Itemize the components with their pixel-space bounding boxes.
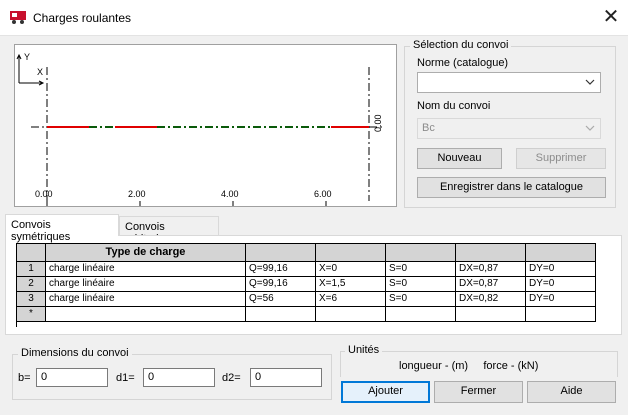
column-header-type[interactable]: Type de charge <box>46 244 246 262</box>
enregistrer-catalogue-button[interactable]: Enregistrer dans le catalogue <box>417 177 606 198</box>
close-icon[interactable]: ✕ <box>598 6 624 30</box>
column-header <box>246 244 316 262</box>
d2-input[interactable]: 0 <box>250 368 322 387</box>
truck-app-icon <box>10 11 26 24</box>
table-cell-q[interactable]: Q=99,16 <box>246 277 316 292</box>
x-tick-label: 2.00 <box>128 189 146 199</box>
b-input[interactable]: 0 <box>36 368 108 387</box>
x-axis-label: X <box>37 67 44 77</box>
row-number[interactable]: 2 <box>17 277 46 292</box>
new-row-marker[interactable]: * <box>17 307 46 322</box>
convoy-preview: Y X 0.00 0.00 2.00 4.00 6.00 <box>14 44 397 207</box>
x-tick-label: 6.00 <box>314 189 332 199</box>
column-header <box>316 244 386 262</box>
column-header <box>456 244 526 262</box>
charges-table: Type de charge 1 charge linéaire Q=99,16… <box>16 243 596 327</box>
title-bar: Charges roulantes ✕ <box>0 0 628 36</box>
nom-value: Bc <box>422 122 435 134</box>
table-cell-dx[interactable]: DX=0,87 <box>456 277 526 292</box>
table-cell-s[interactable]: S=0 <box>386 292 456 307</box>
table-cell-s[interactable]: S=0 <box>386 277 456 292</box>
x-tick-label: 0.00 <box>35 189 53 199</box>
column-header <box>386 244 456 262</box>
row-header-corner <box>17 244 46 262</box>
tab-convois-arbitraires[interactable]: Convois arbitraires <box>119 216 219 245</box>
tab-panel-symetriques: Type de charge 1 charge linéaire Q=99,16… <box>5 235 622 335</box>
window-title: Charges roulantes <box>33 11 132 25</box>
row-number[interactable]: 1 <box>17 262 46 277</box>
d1-input[interactable]: 0 <box>143 368 215 387</box>
table-cell-q[interactable]: Q=99,16 <box>246 262 316 277</box>
table-cell-dy[interactable]: DY=0 <box>526 262 596 277</box>
table-cell-dy[interactable]: DY=0 <box>526 292 596 307</box>
d2-label: d2= <box>222 372 241 384</box>
x-tick-label: 4.00 <box>221 189 239 199</box>
table-cell-type[interactable]: charge linéaire <box>46 277 246 292</box>
dimensions-title: Dimensions du convoi <box>18 347 132 359</box>
d1-label: d1= <box>116 372 135 384</box>
table-cell-dy[interactable] <box>526 307 596 322</box>
table-cell-dx[interactable]: DX=0,82 <box>456 292 526 307</box>
b-label: b= <box>18 372 31 384</box>
table-cell-dx[interactable] <box>456 307 526 322</box>
table-cell-type[interactable]: charge linéaire <box>46 262 246 277</box>
table-cell-dy[interactable]: DY=0 <box>526 277 596 292</box>
y-axis-label: Y <box>24 52 31 62</box>
ajouter-button[interactable]: Ajouter <box>341 381 430 403</box>
nouveau-button[interactable]: Nouveau <box>417 148 502 169</box>
convoy-selection-title: Sélection du convoi <box>410 39 512 51</box>
chevron-down-icon <box>585 79 595 85</box>
norme-dropdown[interactable] <box>417 72 601 93</box>
supprimer-button[interactable]: Supprimer <box>516 148 606 169</box>
table-cell-q[interactable]: Q=56 <box>246 292 316 307</box>
units-text: longueur - (m) force - (kN) <box>399 360 539 372</box>
fermer-button[interactable]: Fermer <box>434 381 523 403</box>
table-cell-type[interactable]: charge linéaire <box>46 292 246 307</box>
table-cell-x[interactable] <box>316 307 386 322</box>
units-title: Unités <box>345 344 383 356</box>
right-value-label: 0.00 <box>373 114 383 132</box>
table-cell-x[interactable]: X=1,5 <box>316 277 386 292</box>
table-cell-dx[interactable]: DX=0,87 <box>456 262 526 277</box>
chevron-down-icon <box>585 125 595 131</box>
row-number[interactable]: 3 <box>17 292 46 307</box>
table-cell-x[interactable]: X=6 <box>316 292 386 307</box>
table-cell-s[interactable]: S=0 <box>386 262 456 277</box>
nom-label: Nom du convoi <box>417 100 491 112</box>
aide-button[interactable]: Aide <box>527 381 616 403</box>
table-cell-q[interactable] <box>246 307 316 322</box>
preview-drawing <box>16 53 383 206</box>
table-cell-type[interactable] <box>46 307 246 322</box>
table-cell-s[interactable] <box>386 307 456 322</box>
column-header <box>526 244 596 262</box>
table-cell-x[interactable]: X=0 <box>316 262 386 277</box>
tab-convois-symetriques[interactable]: Convois symétriques <box>5 214 119 243</box>
norme-label: Norme (catalogue) <box>417 57 509 69</box>
nom-dropdown[interactable]: Bc <box>417 118 601 139</box>
